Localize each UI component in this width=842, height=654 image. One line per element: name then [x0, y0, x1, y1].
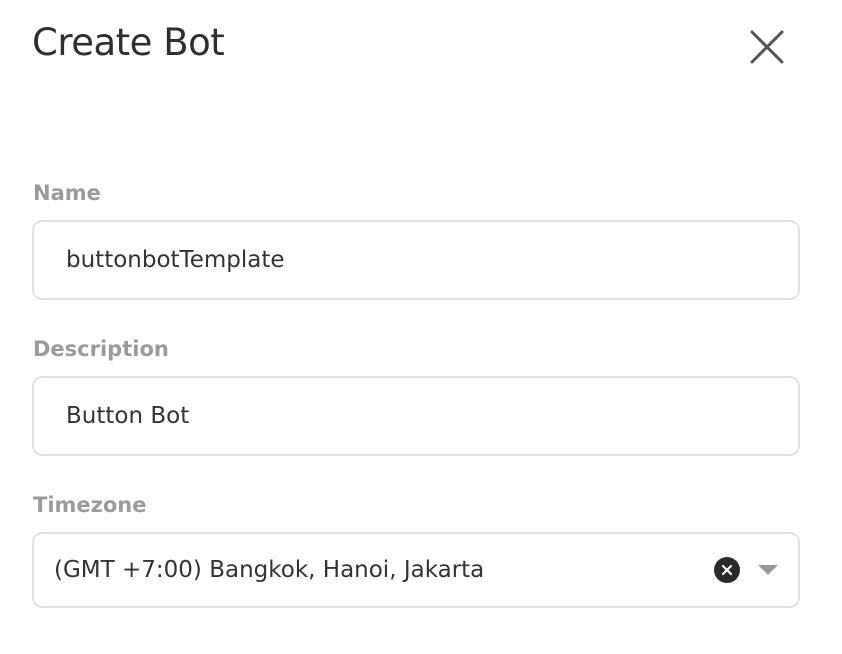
- description-label: Description: [33, 337, 169, 361]
- dialog-title: Create Bot: [32, 21, 225, 64]
- close-icon: [750, 30, 784, 64]
- create-bot-dialog: Create Bot Name Description Timezone (GM…: [0, 0, 842, 654]
- clear-icon: [721, 564, 733, 576]
- name-input[interactable]: [32, 220, 800, 300]
- chevron-down-icon[interactable]: [758, 565, 778, 575]
- timezone-selected-value: (GMT +7:00) Bangkok, Hanoi, Jakarta: [54, 557, 485, 583]
- description-input[interactable]: [32, 376, 800, 456]
- timezone-select[interactable]: (GMT +7:00) Bangkok, Hanoi, Jakarta: [32, 532, 800, 608]
- clear-timezone-button[interactable]: [714, 557, 740, 583]
- close-button[interactable]: [744, 24, 790, 70]
- timezone-label: Timezone: [33, 493, 147, 517]
- name-label: Name: [33, 181, 101, 205]
